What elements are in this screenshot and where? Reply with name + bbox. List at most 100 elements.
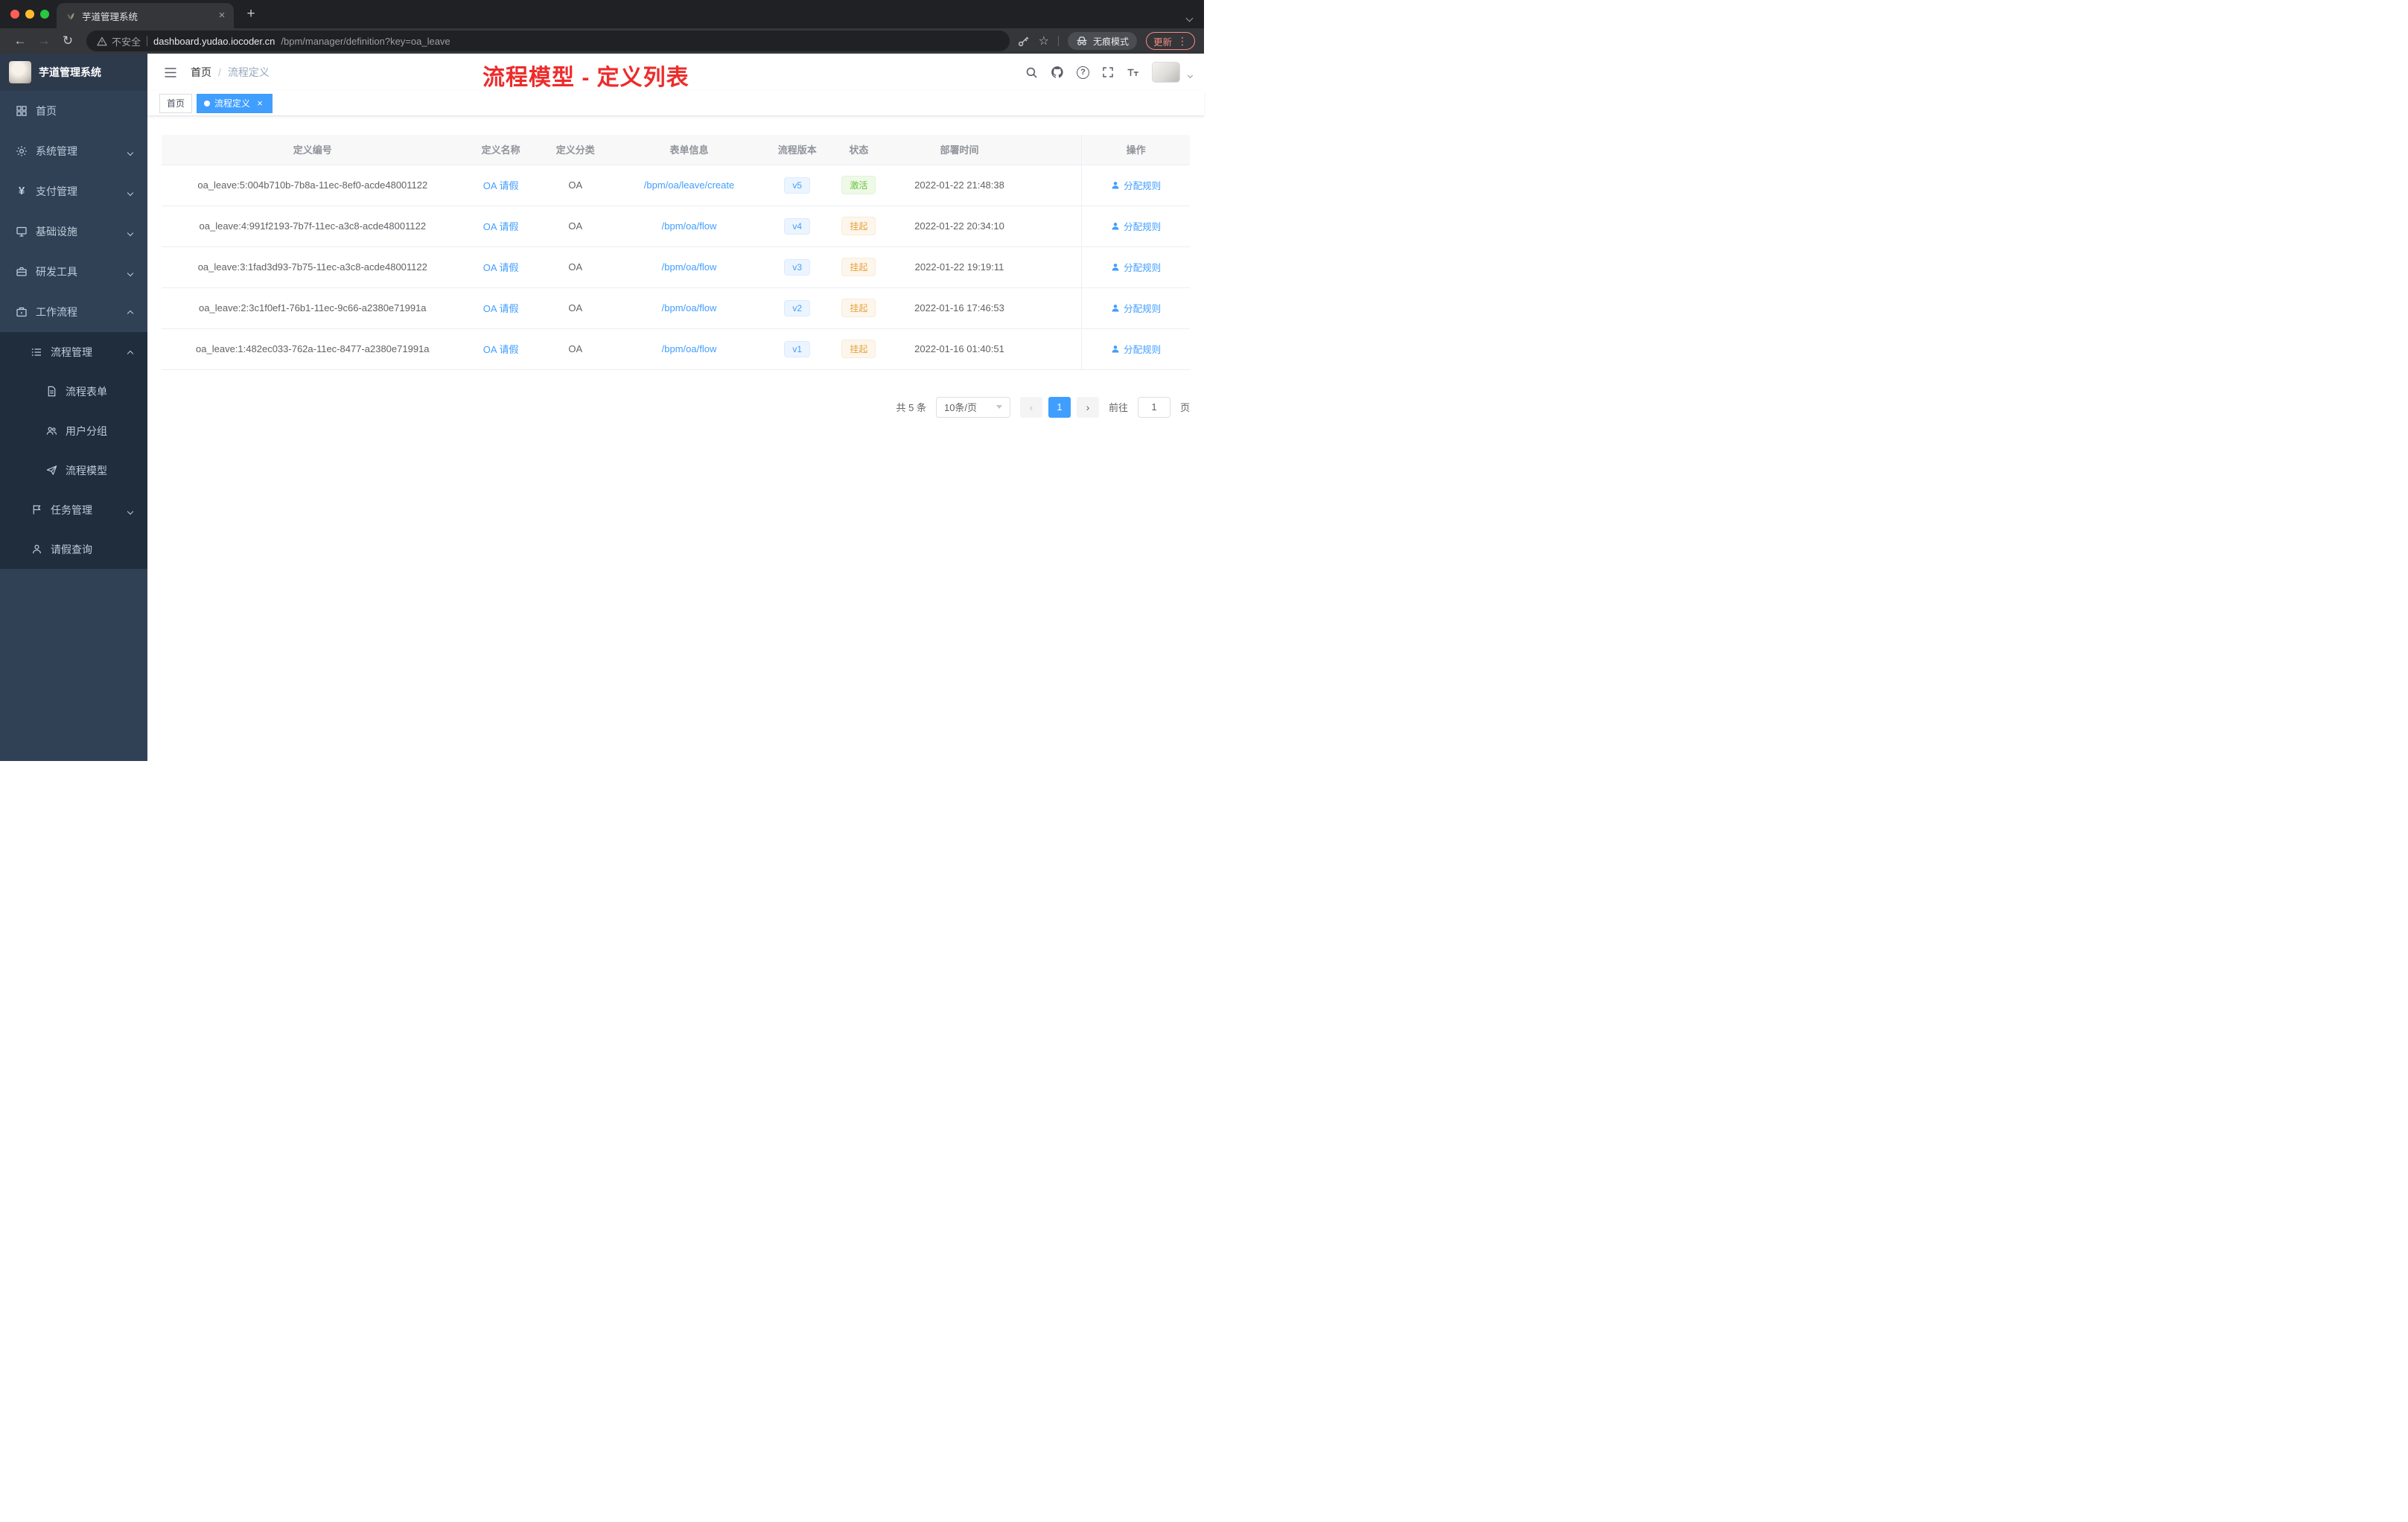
sidebar-item-label: 工作流程 [36, 306, 77, 318]
user-avatar[interactable] [1152, 62, 1180, 83]
sidebar-item-system[interactable]: 系统管理 [0, 131, 147, 171]
assign-rule-button[interactable]: 分配规则 [1111, 301, 1161, 315]
form-link[interactable]: /bpm/oa/flow [662, 220, 717, 232]
next-page-button[interactable]: › [1076, 396, 1099, 418]
forward-button[interactable]: → [33, 31, 55, 51]
sidebar-item-payment[interactable]: ¥ 支付管理 [0, 171, 147, 211]
definition-name-link[interactable]: OA 请假 [483, 221, 519, 232]
page-1-button[interactable]: 1 [1048, 396, 1071, 418]
window-controls [10, 10, 49, 19]
form-link[interactable]: /bpm/oa/flow [662, 261, 717, 273]
gear-icon [15, 145, 28, 157]
cell-deploy-time: 2022-01-16 17:46:53 [888, 287, 1031, 329]
sidebar-item-label: 流程模型 [66, 464, 107, 477]
avatar-caret-icon[interactable] [1187, 68, 1194, 81]
tab-close-icon[interactable]: × [216, 10, 228, 22]
definition-name-link[interactable]: OA 请假 [483, 303, 519, 314]
password-key-icon[interactable] [1017, 35, 1030, 48]
assign-rule-button[interactable]: 分配规则 [1111, 260, 1161, 274]
browser-update-button[interactable]: 更新 ⋮ [1145, 32, 1195, 50]
tag-process-definition[interactable]: 流程定义 × [197, 93, 273, 113]
status-badge: 挂起 [841, 258, 876, 276]
search-icon[interactable] [1025, 66, 1038, 79]
definition-name-link[interactable]: OA 请假 [483, 344, 519, 355]
col-status: 状态 [829, 135, 889, 165]
sidebar-toggle-button[interactable] [159, 67, 182, 78]
github-icon[interactable] [1051, 66, 1064, 79]
sidebar-item-task-management[interactable]: 任务管理 [0, 490, 147, 529]
tag-close-icon[interactable]: × [255, 98, 265, 109]
sidebar-item-process-management[interactable]: 流程管理 [0, 332, 147, 372]
chevron-down-icon [127, 226, 134, 238]
sidebar-item-workflow[interactable]: 工作流程 [0, 292, 147, 332]
sidebar-item-infrastructure[interactable]: 基础设施 [0, 211, 147, 252]
goto-page-input[interactable] [1137, 396, 1170, 418]
chevron-up-icon [127, 306, 134, 318]
cell-category: OA [538, 165, 613, 206]
sidebar-item-user-group[interactable]: 用户分组 [0, 411, 147, 450]
col-process-version: 流程版本 [765, 135, 829, 165]
breadcrumb-home[interactable]: 首页 [191, 65, 211, 80]
table-row: oa_leave:4:991f2193-7b7f-11ec-a3c8-acde4… [162, 206, 1190, 247]
zoom-window-button[interactable] [40, 10, 49, 19]
person-icon [1112, 222, 1119, 229]
cell-definition-id: oa_leave:4:991f2193-7b7f-11ec-a3c8-acde4… [162, 206, 464, 247]
browser-tab[interactable]: 芋道管理系统 × [57, 3, 234, 28]
sidebar-item-label: 请假查询 [51, 543, 92, 555]
cell-definition-id: oa_leave:2:3c1f0ef1-76b1-11ec-9c66-a2380… [162, 287, 464, 329]
url-path: /bpm/manager/definition?key=oa_leave [281, 35, 450, 47]
cell-category: OA [538, 206, 613, 247]
person-icon [30, 544, 43, 555]
browser-menu-icon[interactable]: ⋮ [1177, 35, 1188, 48]
sidebar-item-process-model[interactable]: 流程模型 [0, 450, 147, 490]
address-bar[interactable]: 不安全 dashboard.yudao.iocoder.cn/bpm/manag… [86, 31, 1010, 51]
page-size-value: 10条/页 [943, 402, 978, 413]
help-icon[interactable]: ? [1077, 66, 1089, 79]
page-size-select[interactable]: 10条/页 [935, 396, 1010, 418]
chevron-down-icon [127, 504, 134, 516]
browser-chrome: 芋道管理系统 × + ← → ↻ 不安全 dashboard.yudao.ioc… [0, 0, 1204, 54]
fullscreen-icon[interactable] [1102, 66, 1114, 78]
back-button[interactable]: ← [9, 31, 31, 51]
sidebar-item-label: 支付管理 [36, 185, 77, 197]
col-definition-id: 定义编号 [162, 135, 464, 165]
update-label: 更新 [1153, 36, 1172, 48]
yen-icon: ¥ [18, 185, 25, 197]
incognito-label: 无痕模式 [1092, 36, 1129, 47]
new-tab-button[interactable]: + [243, 6, 259, 22]
bookmark-star-icon[interactable]: ☆ [1039, 34, 1049, 48]
monitor-icon [15, 226, 28, 238]
font-size-icon[interactable] [1127, 66, 1139, 78]
chevron-down-icon [127, 266, 134, 278]
assign-rule-button[interactable]: 分配规则 [1111, 342, 1161, 356]
form-link[interactable]: /bpm/oa/flow [662, 302, 717, 313]
assign-rule-button[interactable]: 分配规则 [1111, 178, 1161, 192]
cell-category: OA [538, 246, 613, 288]
sidebar-item-home[interactable]: 首页 [0, 91, 147, 131]
sidebar-item-devtools[interactable]: 研发工具 [0, 252, 147, 292]
close-window-button[interactable] [10, 10, 19, 19]
definition-name-link[interactable]: OA 请假 [483, 180, 519, 191]
paper-plane-icon [45, 465, 58, 476]
tags-bar: 首页 流程定义 × [147, 91, 1204, 116]
sidebar-item-process-form[interactable]: 流程表单 [0, 372, 147, 411]
sidebar-item-label: 任务管理 [51, 503, 92, 516]
sidebar-item-label: 系统管理 [36, 145, 77, 157]
reload-button[interactable]: ↻ [57, 31, 79, 51]
header-actions: ? [1025, 62, 1194, 83]
tab-search-button[interactable] [1185, 11, 1194, 25]
flag-icon [30, 504, 43, 515]
tag-home[interactable]: 首页 [159, 93, 193, 113]
sidebar-logo[interactable]: 芋道管理系统 [0, 54, 147, 91]
breadcrumb-separator: / [218, 66, 221, 78]
definition-name-link[interactable]: OA 请假 [483, 262, 519, 273]
cell-deploy-time: 2022-01-22 21:48:38 [888, 165, 1031, 206]
sidebar-item-leave-query[interactable]: 请假查询 [0, 529, 147, 569]
site-security-chip[interactable]: 不安全 [97, 34, 141, 48]
prev-page-button[interactable]: ‹ [1019, 396, 1042, 418]
url-domain: dashboard.yudao.iocoder.cn [153, 35, 275, 47]
form-link[interactable]: /bpm/oa/leave/create [644, 179, 734, 191]
form-link[interactable]: /bpm/oa/flow [662, 343, 717, 354]
minimize-window-button[interactable] [25, 10, 34, 19]
assign-rule-button[interactable]: 分配规则 [1111, 219, 1161, 233]
